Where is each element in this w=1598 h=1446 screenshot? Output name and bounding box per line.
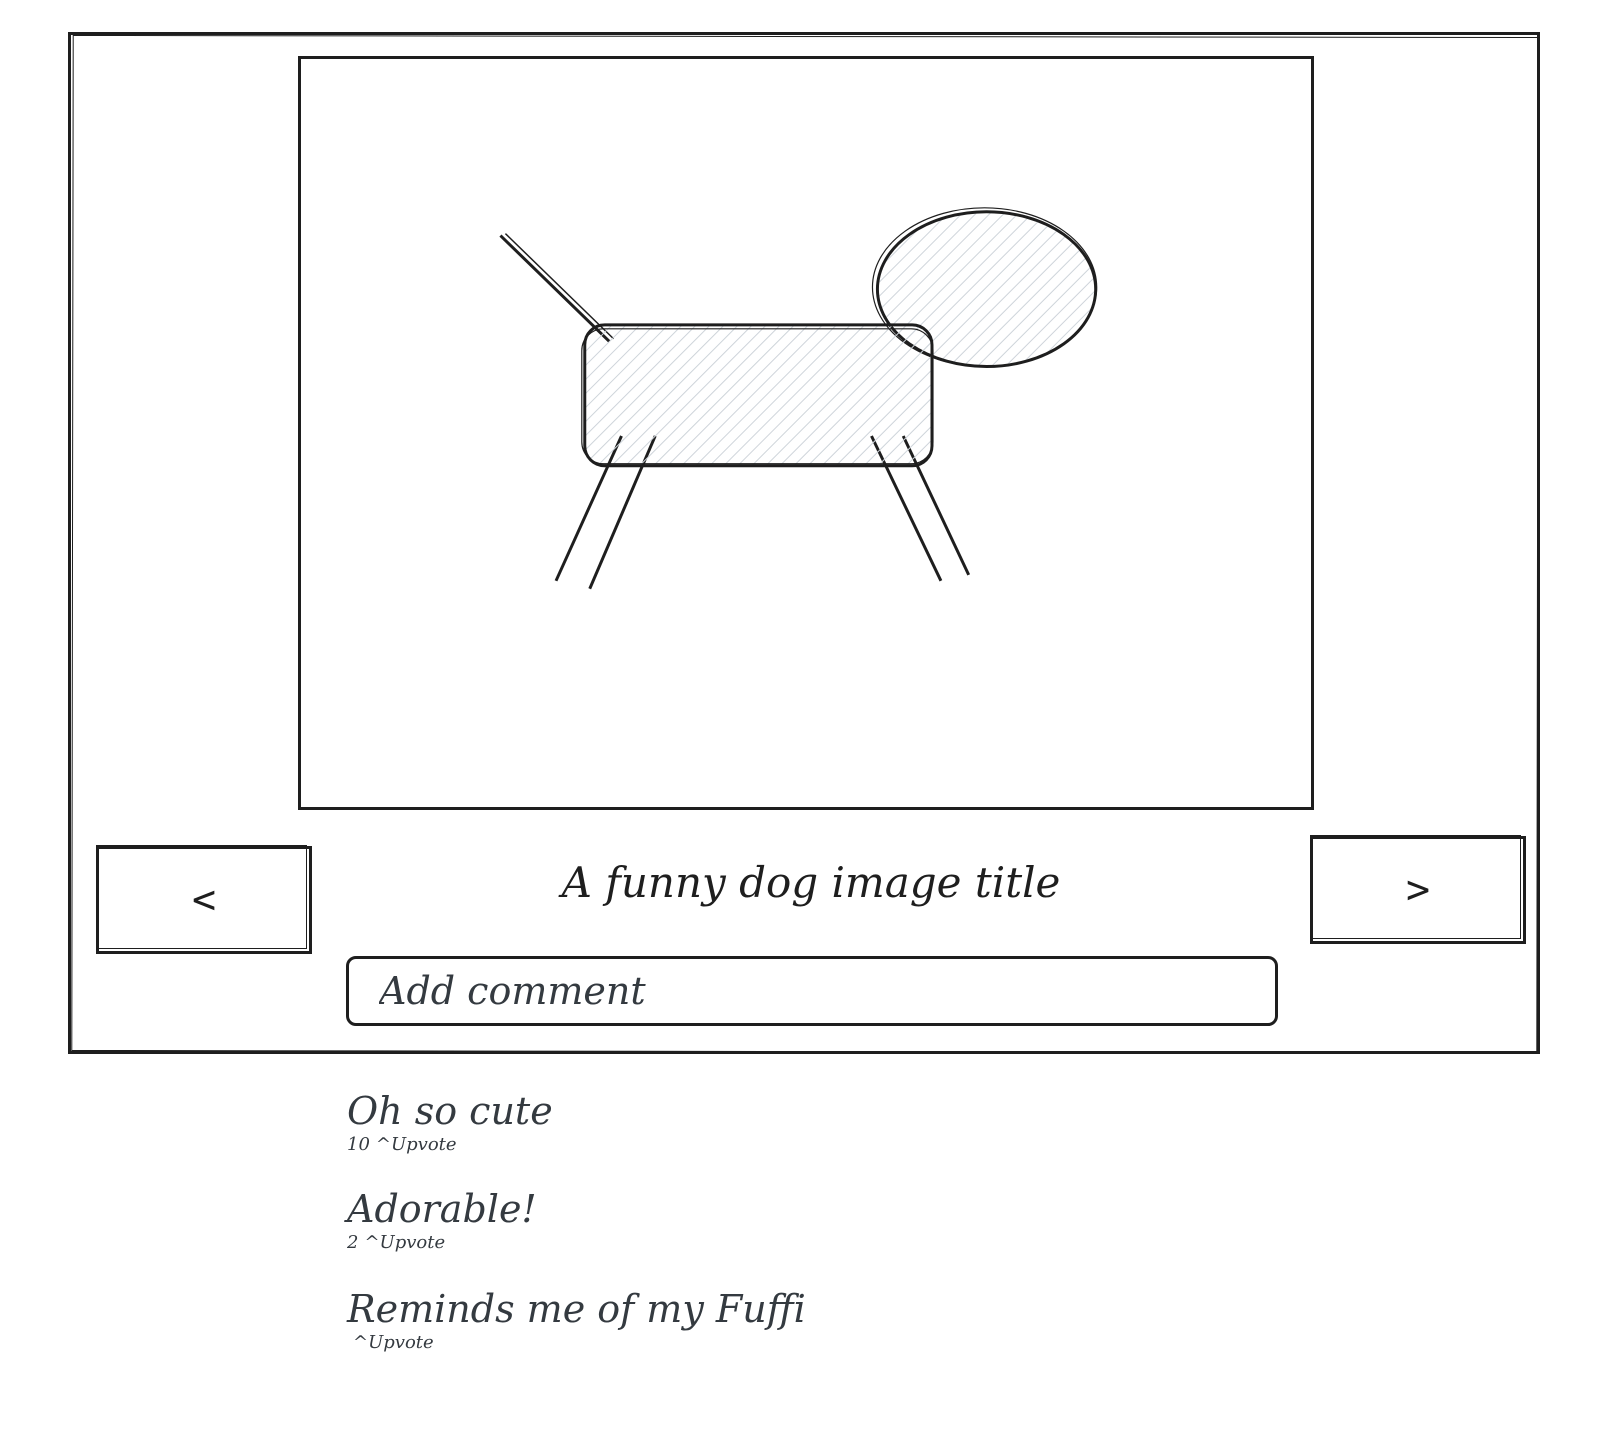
chevron-left-icon: < (191, 877, 217, 923)
chevron-right-icon: > (1405, 867, 1431, 913)
prev-image-button[interactable]: < (96, 845, 312, 954)
comment-text: Adorable! (347, 1187, 537, 1231)
comment-text: Oh so cute (347, 1089, 553, 1133)
comment-input-container (346, 956, 1278, 1026)
vote-count: 2 (347, 1232, 359, 1253)
upvote-button[interactable]: ^Upvote (353, 1332, 434, 1353)
comment-item: Oh so cute 10 ^Upvote (347, 1092, 553, 1155)
comment-input[interactable] (349, 969, 1275, 1013)
comment-item: Adorable! 2 ^Upvote (347, 1190, 537, 1253)
image-title: A funny dog image title (561, 858, 1061, 907)
vote-count: 10 (347, 1134, 370, 1155)
comment-text: Reminds me of my Fuffi (347, 1287, 806, 1331)
comment-item: Reminds me of my Fuffi ^Upvote (347, 1290, 806, 1353)
dog-body (583, 323, 934, 468)
dog-tail (499, 234, 611, 343)
upvote-button[interactable]: ^Upvote (376, 1134, 457, 1155)
image-viewer (298, 56, 1314, 810)
upvote-button[interactable]: ^Upvote (364, 1232, 445, 1253)
dog-image (499, 207, 1098, 590)
dog-tail-sketch (504, 233, 615, 340)
next-image-button[interactable]: > (1310, 835, 1526, 944)
